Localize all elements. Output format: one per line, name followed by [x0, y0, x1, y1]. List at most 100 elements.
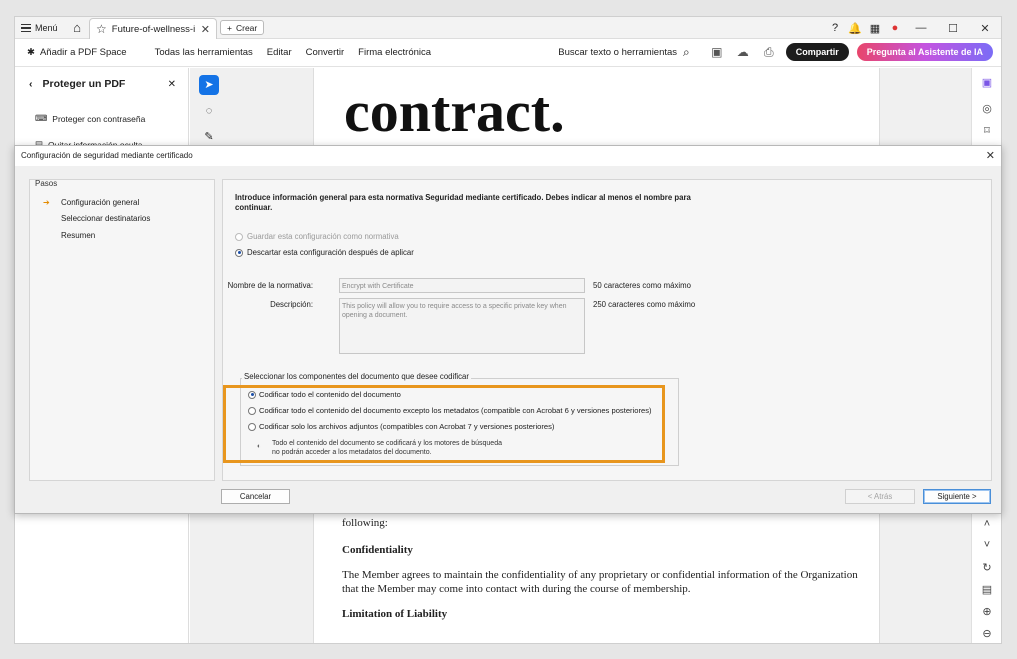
maximize-icon[interactable]: ☐: [937, 22, 969, 35]
encrypt-attachments-label: Codificar solo los archivos adjuntos (co…: [259, 422, 555, 431]
avatar[interactable]: ●: [885, 22, 905, 34]
step-summary: Resumen: [61, 231, 96, 240]
all-tools-link[interactable]: Todas las herramientas: [155, 47, 253, 58]
description-field[interactable]: This policy will allow you to require ac…: [339, 298, 585, 354]
new-tab-button[interactable]: + Crear: [220, 20, 265, 35]
protect-password-label: Proteger con contraseña: [52, 113, 146, 124]
star-icon[interactable]: ☆: [96, 22, 107, 36]
search-label: Buscar texto o herramientas: [558, 46, 678, 58]
hamburger-icon: [21, 24, 31, 32]
zoom-out-icon[interactable]: ⊖: [979, 627, 995, 640]
save-policy-label: Guardar esta configuración como normativ…: [247, 232, 399, 241]
steps-panel: Pasos ➔ Configuración general Selecciona…: [29, 179, 215, 481]
tab-title: Future-of-wellness-i...: [111, 23, 196, 35]
refresh-icon[interactable]: ↻: [979, 561, 995, 574]
tab-document[interactable]: ☆ Future-of-wellness-i... ✕: [89, 18, 217, 39]
policy-name-field[interactable]: Encrypt with Certificate: [339, 278, 585, 293]
encrypt-attachments-option[interactable]: Codificar solo los archivos adjuntos (co…: [248, 422, 554, 431]
info-line: no podrán acceder a los metadatos del do…: [272, 449, 432, 456]
apps-grid-icon[interactable]: ▦: [865, 22, 885, 35]
intro-text: Introduce información general para esta …: [235, 193, 695, 213]
plus-icon: +: [227, 22, 232, 33]
close-tab-icon[interactable]: ✕: [201, 23, 210, 36]
policy-name-label: Nombre de la normativa:: [227, 281, 313, 290]
notification-icon[interactable]: 🔔: [845, 22, 865, 35]
radio-button[interactable]: [248, 422, 256, 431]
next-button[interactable]: Siguiente >: [923, 489, 991, 504]
space-icon: ✱: [27, 47, 35, 58]
edit-link[interactable]: Editar: [267, 47, 292, 58]
add-to-space-label: Añadir a PDF Space: [39, 47, 127, 58]
discard-policy-label: Descartar esta configuración después de …: [247, 248, 414, 257]
info-icon: ◐: [257, 443, 262, 450]
back-chevron-icon[interactable]: ‹: [29, 78, 33, 90]
scroll-up-icon[interactable]: ˄: [979, 518, 995, 530]
description-label: Descripción:: [270, 300, 313, 309]
search-button[interactable]: Buscar texto o herramientas ⌕: [558, 45, 690, 60]
home-icon[interactable]: ⌂: [70, 21, 84, 35]
add-to-space-button[interactable]: ✱ Añadir a PDF Space: [27, 47, 127, 58]
radio-button[interactable]: [248, 390, 256, 399]
intro-line: continuar.: [235, 203, 273, 212]
doc-heading-confidentiality: Confidentiality: [342, 544, 413, 556]
close-window-icon[interactable]: ✕: [969, 22, 1001, 35]
comment-panel-icon[interactable]: ◎: [979, 102, 995, 115]
encrypt-all-label: Codificar todo el contenido del document…: [259, 390, 401, 399]
ai-summary-icon[interactable]: ▣: [979, 76, 995, 89]
discard-policy-radio[interactable]: Descartar esta configuración después de …: [235, 248, 414, 257]
scroll-down-icon[interactable]: ˅: [979, 539, 995, 551]
page-info-icon[interactable]: ▤: [979, 583, 995, 596]
encryption-info-text: Todo el contenido del documento se codif…: [272, 439, 502, 457]
pen-icon[interactable]: ✎: [199, 127, 219, 147]
dialog-title: Configuración de seguridad mediante cert…: [15, 146, 1001, 166]
tab-bar: Menú ⌂ ☆ Future-of-wellness-i... ✕ + Cre…: [15, 17, 1001, 39]
convert-link[interactable]: Convertir: [306, 47, 345, 58]
cancel-button[interactable]: Cancelar: [221, 489, 290, 504]
step-general: Configuración general: [61, 198, 140, 207]
select-cursor-icon[interactable]: ➤: [199, 75, 219, 95]
radio-button[interactable]: [235, 232, 243, 241]
bookmark-icon[interactable]: ⌑: [979, 124, 995, 137]
radio-button[interactable]: [248, 406, 256, 415]
steps-title: Pasos: [35, 179, 58, 188]
share-button[interactable]: Compartir: [785, 43, 849, 61]
doc-paragraph-line: that the Member may come into contact wi…: [342, 583, 691, 595]
components-group-label: Seleccionar los componentes del document…: [242, 372, 471, 381]
encrypt-all-option[interactable]: Codificar todo el contenido del document…: [248, 390, 401, 399]
page-big-word: contract.: [344, 79, 565, 144]
main-toolbar: ✱ Añadir a PDF Space Todas las herramien…: [15, 39, 1001, 67]
step-recipients: Seleccionar destinatarios: [61, 214, 151, 223]
doc-heading-liability: Limitation of Liability: [342, 608, 448, 620]
desc-max-note: 250 caracteres como máximo: [593, 300, 696, 309]
back-button[interactable]: < Atrás: [845, 489, 915, 504]
help-icon[interactable]: ?: [825, 22, 845, 34]
panel-close-icon[interactable]: ✕: [168, 79, 176, 90]
ai-assistant-button[interactable]: Pregunta al Asistente de IA: [856, 43, 993, 61]
search-icon: ⌕: [683, 44, 690, 59]
comment-icon[interactable]: ◌: [199, 101, 219, 121]
esign-link[interactable]: Firma electrónica: [358, 47, 431, 58]
current-step-arrow-icon: ➔: [43, 198, 50, 207]
minimize-icon[interactable]: —: [905, 22, 937, 34]
toolbar-right: Buscar texto o herramientas ⌕ ▣ ☁ ⎙ Comp…: [558, 43, 993, 61]
info-line: Todo el contenido del documento se codif…: [272, 440, 502, 447]
save-policy-radio[interactable]: Guardar esta configuración como normativ…: [235, 232, 399, 241]
doc-paragraph-line: The Member agrees to maintain the confid…: [342, 569, 858, 581]
password-icon: ⌨: [35, 113, 48, 123]
upload-cloud-icon[interactable]: ☁: [734, 45, 752, 59]
doc-following: following:: [342, 517, 388, 529]
protect-password-item[interactable]: ⌨ Proteger con contraseña: [35, 113, 145, 124]
dialog-close-icon[interactable]: ✕: [986, 149, 995, 162]
name-max-note: 50 caracteres como máximo: [593, 281, 691, 290]
intro-line: Introduce información general para esta …: [235, 193, 691, 202]
save-icon[interactable]: ▣: [708, 45, 726, 59]
radio-button[interactable]: [235, 248, 243, 257]
encrypt-except-metadata-label: Codificar todo el contenido del document…: [259, 406, 652, 415]
zoom-in-icon[interactable]: ⊕: [979, 605, 995, 618]
menu-button[interactable]: Menú: [21, 21, 58, 35]
print-icon[interactable]: ⎙: [760, 45, 778, 60]
quick-tools-strip: ➤ ◌ ✎: [197, 75, 221, 155]
panel-title: Proteger un PDF: [42, 78, 126, 90]
encrypt-except-metadata-option[interactable]: Codificar todo el contenido del document…: [248, 406, 652, 415]
menu-label: Menú: [35, 23, 58, 33]
